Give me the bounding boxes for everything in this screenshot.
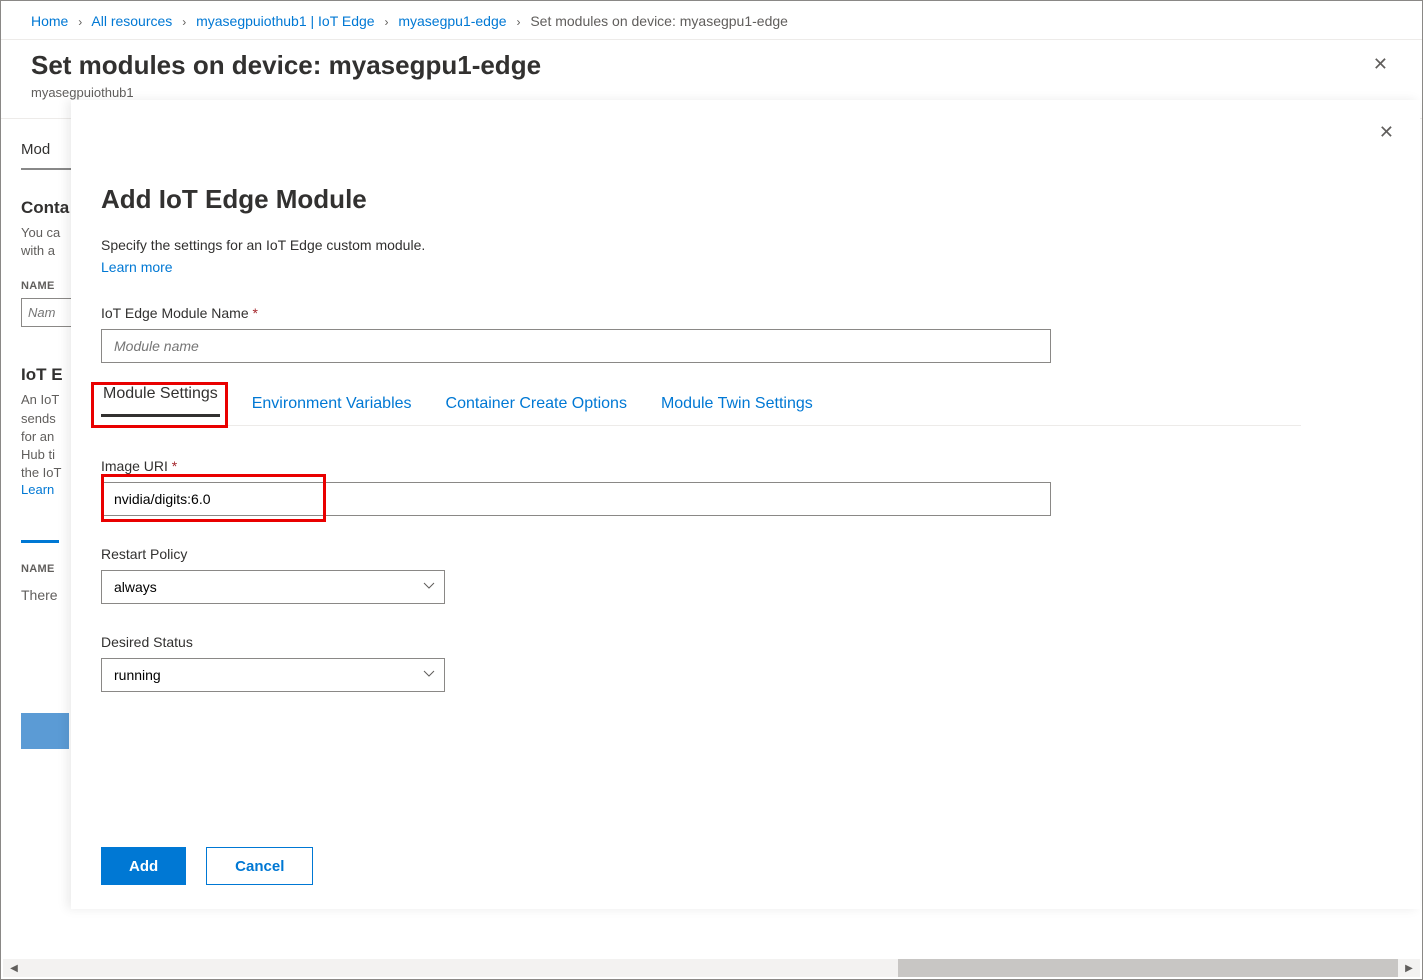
breadcrumb-current: Set modules on device: myasegpu1-edge [530, 13, 788, 29]
chevron-right-icon: › [182, 15, 186, 29]
tab-module-twin-settings[interactable]: Module Twin Settings [659, 385, 815, 425]
close-icon[interactable]: ✕ [1369, 50, 1392, 79]
scrollbar-thumb[interactable] [898, 959, 1398, 977]
chevron-right-icon: › [516, 15, 520, 29]
tab-module-settings[interactable]: Module Settings [101, 375, 220, 417]
breadcrumb-home[interactable]: Home [31, 13, 68, 29]
add-button[interactable]: Add [101, 847, 186, 885]
chevron-right-icon: › [78, 15, 82, 29]
page-title: Set modules on device: myasegpu1-edge [31, 50, 541, 81]
breadcrumb-iothub[interactable]: myasegpuiothub1 | IoT Edge [196, 13, 375, 29]
breadcrumb-all-resources[interactable]: All resources [91, 13, 172, 29]
panel-description: Specify the settings for an IoT Edge cus… [101, 237, 1390, 253]
restart-policy-label: Restart Policy [101, 546, 1390, 562]
restart-policy-select[interactable]: always [101, 570, 445, 604]
scroll-left-icon[interactable]: ◀ [5, 959, 23, 977]
underlay-button[interactable] [21, 713, 69, 749]
breadcrumb-edge-device[interactable]: myasegpu1-edge [398, 13, 506, 29]
page-subtitle: myasegpuiothub1 [31, 85, 541, 100]
image-uri-input[interactable] [101, 482, 1051, 516]
scroll-right-icon[interactable]: ▶ [1400, 959, 1418, 977]
desired-status-label: Desired Status [101, 634, 1390, 650]
image-uri-label: Image URI [101, 458, 1390, 474]
module-name-label: IoT Edge Module Name [101, 305, 1390, 321]
tab-environment-variables[interactable]: Environment Variables [250, 385, 414, 425]
tab-container-create-options[interactable]: Container Create Options [444, 385, 629, 425]
cancel-button[interactable]: Cancel [206, 847, 313, 885]
close-icon[interactable]: ✕ [1375, 118, 1398, 147]
chevron-right-icon: › [384, 15, 388, 29]
desired-status-select[interactable]: running [101, 658, 445, 692]
add-module-panel: ✕ Add IoT Edge Module Specify the settin… [71, 100, 1420, 909]
learn-more-link[interactable]: Learn more [101, 259, 173, 275]
module-tabs: Module Settings Environment Variables Co… [101, 385, 1301, 426]
panel-buttons: Add Cancel [101, 802, 1390, 885]
module-name-input[interactable] [101, 329, 1051, 363]
horizontal-scrollbar[interactable]: ◀ ▶ [3, 959, 1420, 977]
underlay-tab-indicator [21, 515, 59, 543]
panel-title: Add IoT Edge Module [101, 184, 1390, 215]
breadcrumb: Home › All resources › myasegpuiothub1 |… [1, 1, 1422, 40]
